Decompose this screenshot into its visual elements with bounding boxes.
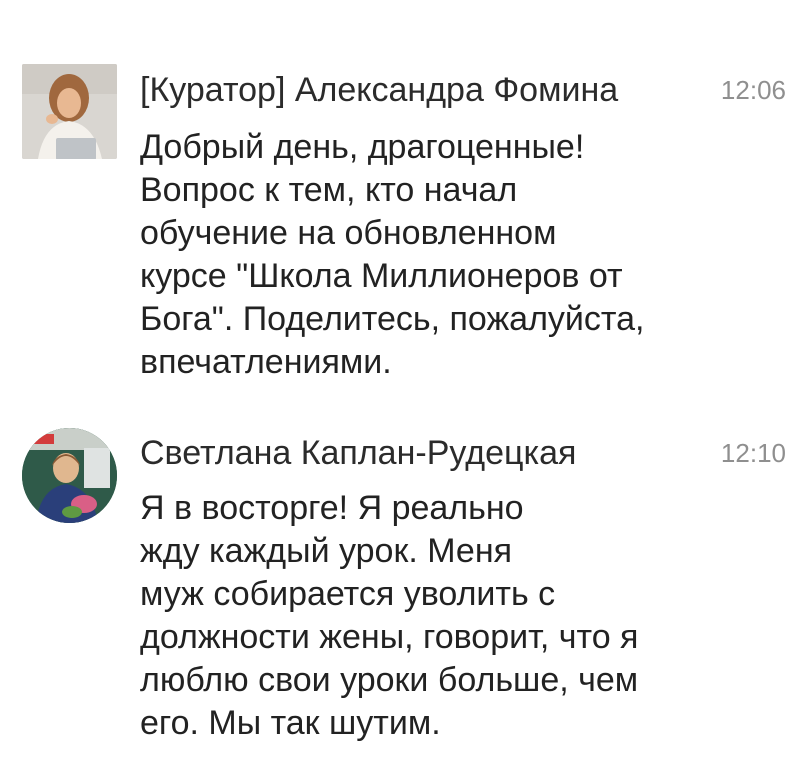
message-time: 12:06 <box>720 75 786 105</box>
message-author[interactable]: [Куратор] Александра Фомина <box>140 70 618 110</box>
avatar[interactable] <box>22 428 117 523</box>
message-text: Добрый день, драгоценные! Вопрос к тем, … <box>140 128 645 381</box>
message-time: 12:10 <box>720 438 786 468</box>
woman-with-flowers-photo-icon <box>22 428 117 523</box>
woman-with-laptop-photo-icon <box>22 64 117 159</box>
message-text: Я в восторге! Я реально жду каждый урок.… <box>140 489 639 742</box>
avatar[interactable] <box>22 64 117 159</box>
message-author[interactable]: Светлана Каплан-Рудецкая <box>140 433 576 473</box>
